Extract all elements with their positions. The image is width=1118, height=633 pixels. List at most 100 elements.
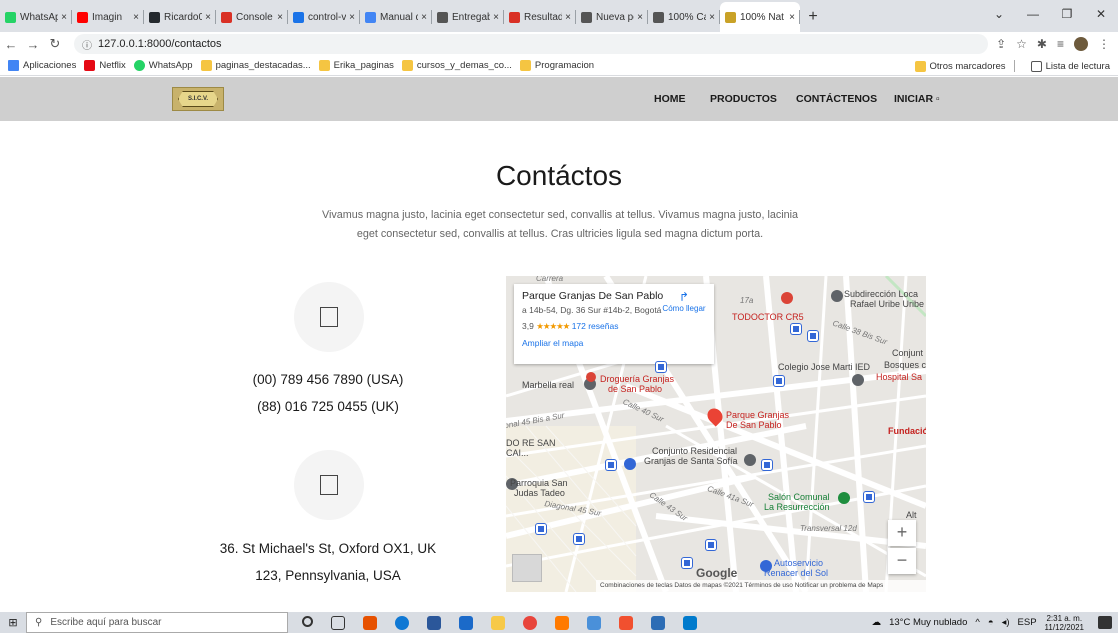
street-view-pegman[interactable] <box>512 554 542 582</box>
bookmark-item[interactable]: Erika_paginas <box>318 60 394 71</box>
browser-tab[interactable]: WhatsApp× <box>0 2 72 32</box>
tab-close-icon[interactable]: × <box>61 12 67 23</box>
browser-tab[interactable]: 100% Cam× <box>648 2 720 32</box>
weather-icon[interactable]: ☁ <box>872 617 882 628</box>
weather-text[interactable]: 13°C Muy nublado <box>889 617 967 628</box>
close-window-icon[interactable]: ✕ <box>1084 0 1118 32</box>
bookmark-item[interactable]: Netflix <box>84 60 126 71</box>
browser-tab[interactable]: Entregable× <box>432 2 504 32</box>
folder-icon <box>401 60 413 71</box>
tab-close-icon[interactable]: × <box>637 12 643 23</box>
app-icon[interactable] <box>651 615 665 630</box>
bookmark-label: paginas_destacadas... <box>215 60 311 71</box>
browser-tab[interactable]: 100% Nat × <box>720 2 800 32</box>
reviews-link[interactable]: 172 reseñas <box>572 321 619 331</box>
network-icon[interactable]: ◓ <box>988 617 994 628</box>
address-input[interactable]: ⓘ 127.0.0.1:8000/contactos <box>74 34 989 54</box>
clock[interactable]: 2:31 a. m. 11/12/2021 <box>1045 614 1084 632</box>
phone-uk: (88) 016 725 0455 (UK) <box>257 399 399 414</box>
taskbar-apps <box>302 615 697 630</box>
tab-title: WhatsApp <box>20 11 59 23</box>
zoom-out-button[interactable]: − <box>888 548 916 574</box>
site-navbar: S.I.C.V. HOME PRODUCTOS CONTÁCTENOS INIC… <box>0 77 1118 121</box>
task-view-icon[interactable] <box>331 615 345 630</box>
tab-close-icon[interactable]: × <box>565 12 571 23</box>
browser-tab[interactable]: control-ve× <box>288 2 360 32</box>
minimize-icon[interactable]: — <box>1016 0 1050 32</box>
profile-avatar[interactable] <box>1074 37 1088 51</box>
forward-icon[interactable]: → <box>22 37 44 52</box>
tray-chevron-icon[interactable]: ^ <box>975 617 979 628</box>
taskbar-search-placeholder: Escribe aquí para buscar <box>50 617 162 628</box>
hospital-pin-icon <box>781 292 793 304</box>
bookmark-item[interactable]: paginas_destacadas... <box>200 60 311 71</box>
tab-favicon-icon <box>365 11 376 23</box>
tab-close-icon[interactable]: × <box>205 12 211 23</box>
zoom-in-button[interactable]: + <box>888 520 916 546</box>
tab-title: 100% Cam <box>668 11 706 23</box>
whatsapp-icon <box>133 60 145 71</box>
nav-login[interactable]: INICIAR ▫ <box>894 93 940 105</box>
browser-tab[interactable]: Ricardo01× <box>144 2 216 32</box>
google-map[interactable]: Parque Granjas De San Pablo a 14b-54, Dg… <box>506 276 926 592</box>
reload-icon[interactable]: ↻ <box>44 36 66 52</box>
bookmark-label: Netflix <box>99 60 126 71</box>
edge-icon[interactable] <box>395 615 409 630</box>
place-pin-icon <box>852 374 864 386</box>
app-icon[interactable] <box>587 615 601 630</box>
tab-close-icon[interactable]: × <box>709 12 715 23</box>
share-icon[interactable]: ⇪ <box>996 37 1006 51</box>
bookmark-item[interactable]: Aplicaciones <box>8 60 76 71</box>
reading-list[interactable]: Lista de lectura <box>1030 60 1110 72</box>
bookmark-item[interactable]: Programacion <box>519 60 594 71</box>
extensions-icon[interactable]: ✱ <box>1037 37 1047 51</box>
sublime-icon[interactable] <box>555 615 569 630</box>
bookmark-label: Aplicaciones <box>23 60 77 71</box>
map-label: Salón Comunal <box>768 492 830 502</box>
bookmark-item[interactable]: WhatsApp <box>133 60 193 71</box>
google-logo: Google <box>696 566 738 580</box>
tab-close-icon[interactable]: × <box>133 12 139 23</box>
browser-tab[interactable]: Manual de× <box>360 2 432 32</box>
nav-home[interactable]: HOME <box>654 93 686 105</box>
browser-tab[interactable]: Console -× <box>216 2 288 32</box>
map-footer[interactable]: Combinaciones de teclas Datos de mapas ©… <box>596 580 926 592</box>
back-icon[interactable]: ← <box>0 37 22 52</box>
browser-tab[interactable]: Imagin × <box>72 2 144 32</box>
expand-map-link[interactable]: Ampliar el mapa <box>522 338 706 348</box>
nav-products[interactable]: PRODUCTOS <box>710 93 777 105</box>
windows-start-icon[interactable]: ⊞ <box>0 616 26 629</box>
mail-icon[interactable] <box>459 615 473 630</box>
bookmark-item[interactable]: cursos_y_demas_co... <box>401 60 512 71</box>
tab-close-icon[interactable]: × <box>421 12 427 23</box>
browser-tab[interactable]: Nueva pes× <box>576 2 648 32</box>
store-icon[interactable] <box>427 615 441 630</box>
new-tab-button[interactable]: + <box>800 2 826 32</box>
tab-search-icon[interactable]: ⌄ <box>982 0 1016 32</box>
nav-contact[interactable]: CONTÁCTENOS <box>796 93 877 105</box>
menu-icon[interactable]: ⋮ <box>1098 37 1110 51</box>
directions-button[interactable]: ↱ Cómo llegar <box>662 290 706 313</box>
taskbar-search[interactable]: ⚲ Escribe aquí para buscar <box>26 612 288 633</box>
office-icon[interactable] <box>363 615 377 630</box>
tab-close-icon[interactable]: × <box>493 12 499 23</box>
vscode-icon[interactable] <box>683 615 697 630</box>
tab-close-icon[interactable]: × <box>789 12 795 23</box>
language-indicator[interactable]: ESP <box>1018 617 1037 628</box>
file-explorer-icon[interactable] <box>491 615 505 630</box>
tab-close-icon[interactable]: × <box>277 12 283 23</box>
restore-icon[interactable]: ❐ <box>1050 0 1084 32</box>
site-info-icon[interactable]: ⓘ <box>82 37 92 52</box>
phone-usa: (00) 789 456 7890 (USA) <box>252 372 404 387</box>
chrome-icon[interactable] <box>523 615 537 630</box>
bookmark-star-icon[interactable]: ☆ <box>1016 37 1027 51</box>
git-icon[interactable] <box>619 615 633 630</box>
reading-list-icon[interactable]: ≡ <box>1057 37 1064 51</box>
map-label: De San Pablo <box>726 420 782 430</box>
browser-tab[interactable]: Resultados× <box>504 2 576 32</box>
cortana-icon[interactable] <box>302 615 313 627</box>
tab-close-icon[interactable]: × <box>349 12 355 23</box>
volume-icon[interactable]: ◂) <box>1002 617 1010 628</box>
notifications-icon[interactable] <box>1098 616 1112 629</box>
other-bookmarks[interactable]: Otros marcadores <box>914 60 1006 72</box>
